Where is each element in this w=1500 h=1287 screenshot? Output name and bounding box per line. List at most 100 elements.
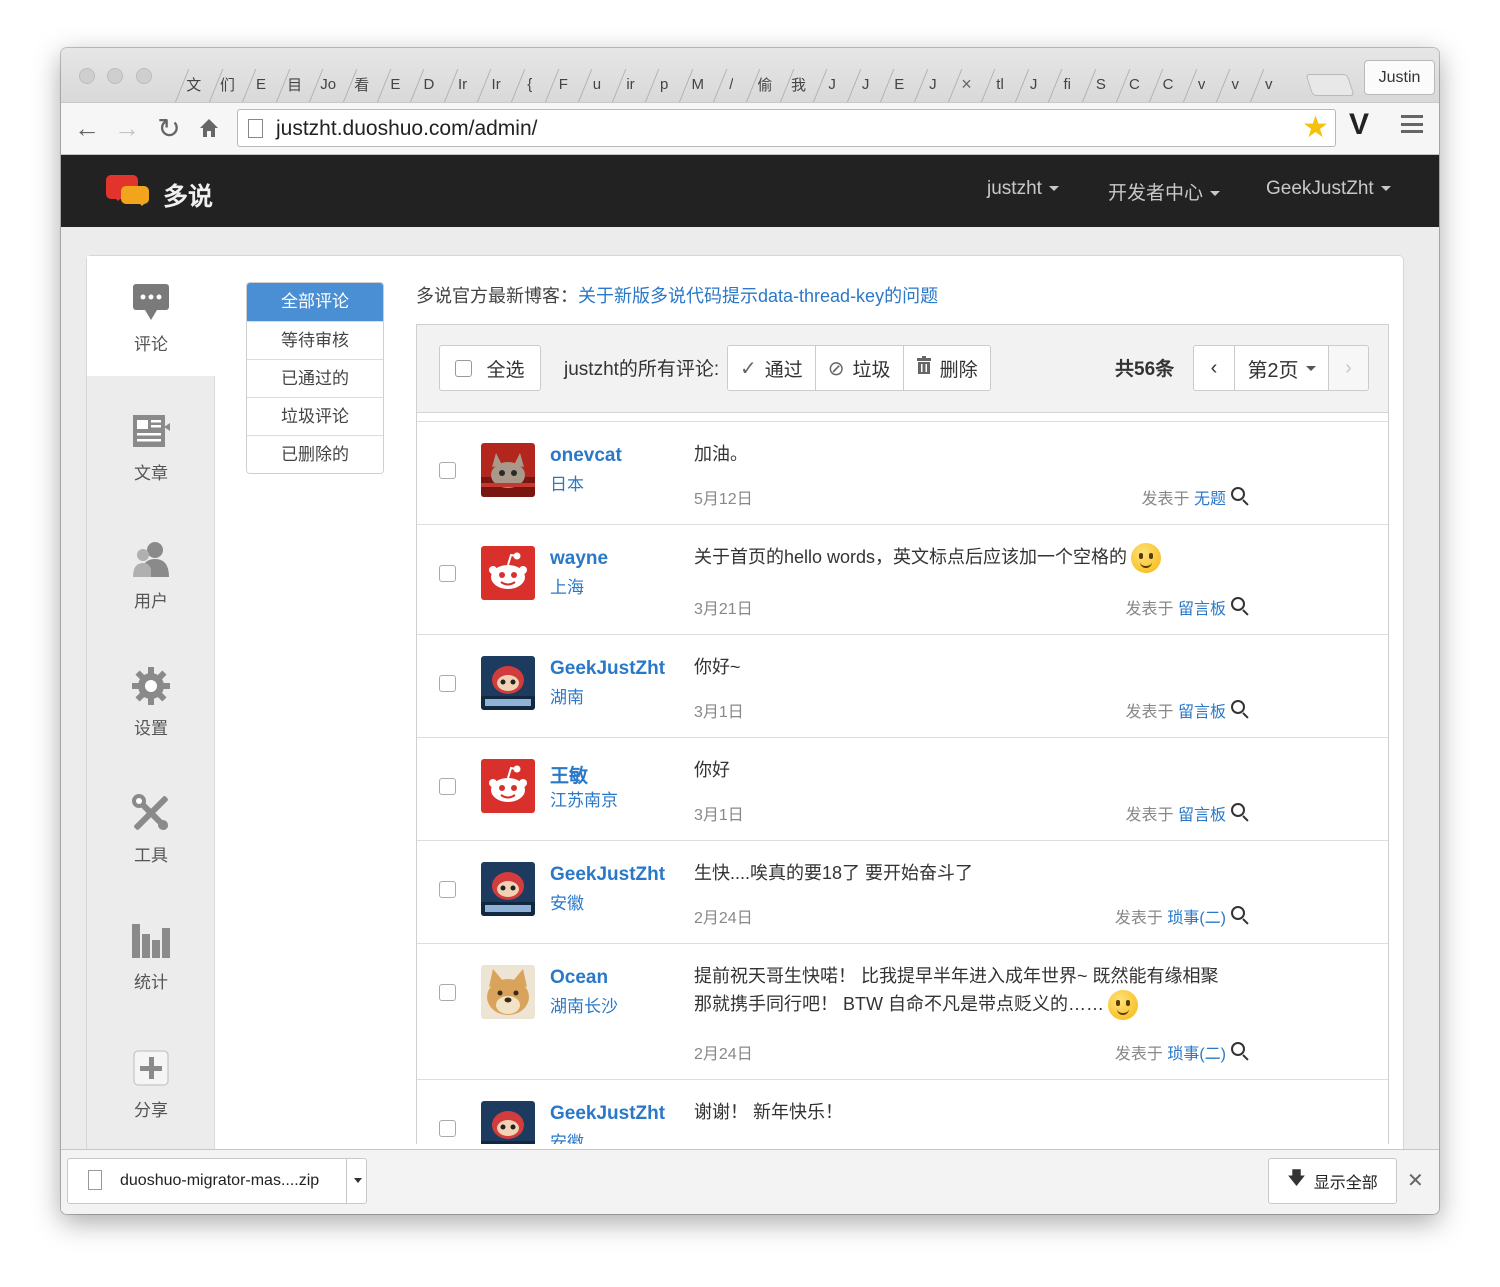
show-all-downloads-button[interactable]: 🡇 显示全部	[1268, 1158, 1397, 1204]
blog-notice-link[interactable]: 关于新版多说代码提示data-thread-key的问题	[578, 286, 938, 306]
avatar[interactable]	[481, 862, 535, 916]
avatar[interactable]	[481, 443, 535, 497]
filter-approved[interactable]: 已通过的	[247, 359, 383, 397]
sidebar-item-tools[interactable]: 工具	[87, 793, 215, 893]
browser-tab[interactable]: S	[1080, 66, 1114, 102]
comment-checkbox[interactable]	[439, 984, 456, 1001]
brand-name[interactable]: 多说	[163, 177, 213, 213]
comment-author-link[interactable]: GeekJustZht	[550, 1103, 665, 1125]
browser-tab[interactable]: 我	[778, 66, 812, 102]
comment-author-link[interactable]: GeekJustZht	[550, 658, 665, 680]
spam-button[interactable]: ⊘ 垃圾	[814, 346, 903, 390]
browser-tab[interactable]: M	[677, 66, 711, 102]
filter-all-comments[interactable]: 全部评论	[247, 283, 383, 321]
address-bar[interactable]: justzht.duoshuo.com/admin/ ★	[237, 109, 1336, 147]
thread-link[interactable]: 留言板	[1178, 601, 1226, 618]
close-icon[interactable]: ✕	[1407, 1168, 1424, 1193]
avatar[interactable]	[481, 656, 535, 710]
sidebar-item-articles[interactable]: 文章	[87, 411, 215, 511]
new-tab-button[interactable]	[1305, 74, 1355, 96]
browser-tab[interactable]: /	[711, 66, 745, 102]
profile-button[interactable]: Justin	[1364, 60, 1435, 95]
window-minimize-dot[interactable]	[107, 68, 123, 84]
browser-tab[interactable]: C	[1114, 66, 1148, 102]
comment-checkbox[interactable]	[439, 462, 456, 479]
thread-link[interactable]: 琐事(二)	[1167, 1046, 1226, 1063]
filter-pending[interactable]: 等待审核	[247, 321, 383, 359]
home-icon[interactable]	[193, 111, 225, 145]
browser-tab[interactable]: Ir	[442, 66, 476, 102]
v-extension-icon[interactable]: V	[1349, 108, 1369, 142]
thread-link[interactable]: 留言板	[1178, 807, 1226, 824]
thread-link[interactable]: 无题	[1194, 491, 1226, 508]
comment-author-location[interactable]: 上海	[550, 573, 584, 598]
sidebar-item-users[interactable]: 用户	[87, 539, 215, 639]
select-all-checkbox[interactable]	[455, 359, 473, 377]
browser-tab[interactable]: 看	[341, 66, 375, 102]
browser-tab[interactable]: ir	[610, 66, 644, 102]
browser-tab[interactable]: {	[509, 66, 543, 102]
delete-button[interactable]: 删除	[902, 346, 990, 390]
sidebar-item-settings[interactable]: 设置	[87, 666, 215, 766]
tab-close-icon[interactable]: ×	[946, 66, 980, 102]
comment-checkbox[interactable]	[439, 778, 456, 795]
search-icon[interactable]	[1231, 487, 1245, 501]
window-close-dot[interactable]	[79, 68, 95, 84]
filter-spam[interactable]: 垃圾评论	[247, 397, 383, 435]
filter-deleted[interactable]: 已删除的	[247, 435, 383, 473]
prev-page-button[interactable]: ‹	[1194, 346, 1234, 390]
browser-tab[interactable]: J	[811, 66, 845, 102]
nav-user-menu[interactable]: justzht	[987, 178, 1059, 200]
download-item[interactable]: duoshuo-migrator-mas....zip	[67, 1158, 367, 1204]
browser-tab[interactable]: v	[1214, 66, 1248, 102]
sidebar-item-stats[interactable]: 统计	[87, 920, 215, 1020]
comment-author-link[interactable]: 王敏	[550, 761, 588, 788]
browser-tab[interactable]: D	[408, 66, 442, 102]
browser-tab[interactable]: C	[1147, 66, 1181, 102]
browser-tab[interactable]: p	[643, 66, 677, 102]
search-icon[interactable]	[1231, 803, 1245, 817]
search-icon[interactable]	[1231, 906, 1245, 920]
hamburger-menu-icon[interactable]	[1401, 115, 1423, 133]
browser-tab[interactable]: Jo	[307, 66, 341, 102]
comment-checkbox[interactable]	[439, 675, 456, 692]
avatar[interactable]	[481, 759, 535, 813]
comment-author-link[interactable]: onevcat	[550, 445, 622, 467]
download-menu-button[interactable]	[346, 1159, 368, 1203]
browser-tab[interactable]: 们	[207, 66, 241, 102]
star-icon[interactable]: ★	[1302, 110, 1329, 146]
comment-checkbox[interactable]	[439, 565, 456, 582]
browser-tab[interactable]: tl	[979, 66, 1013, 102]
comment-author-location[interactable]: 湖南	[550, 683, 584, 708]
browser-tab[interactable]: v	[1181, 66, 1215, 102]
browser-tab[interactable]: E	[878, 66, 912, 102]
thread-link[interactable]: 琐事(二)	[1167, 910, 1226, 927]
browser-tab[interactable]: F	[543, 66, 577, 102]
browser-tab[interactable]: E	[375, 66, 409, 102]
comment-author-location[interactable]: 安徽	[550, 1128, 584, 1144]
reload-icon[interactable]: ↻	[153, 111, 185, 145]
arrow-left-icon[interactable]: ←	[71, 111, 103, 145]
browser-tab[interactable]: J	[912, 66, 946, 102]
page-select[interactable]: 第2页	[1234, 346, 1328, 390]
browser-tab[interactable]: E	[240, 66, 274, 102]
window-zoom-dot[interactable]	[136, 68, 152, 84]
avatar[interactable]	[481, 1101, 535, 1144]
comment-author-link[interactable]: GeekJustZht	[550, 864, 665, 886]
browser-tab[interactable]: 偷	[744, 66, 778, 102]
comment-author-link[interactable]: wayne	[550, 548, 608, 570]
search-icon[interactable]	[1231, 1042, 1245, 1056]
avatar[interactable]	[481, 546, 535, 600]
arrow-right-icon[interactable]: →	[111, 111, 143, 145]
comment-checkbox[interactable]	[439, 1120, 456, 1137]
avatar[interactable]	[481, 965, 535, 1019]
browser-tab[interactable]: u	[576, 66, 610, 102]
search-icon[interactable]	[1231, 700, 1245, 714]
browser-tab[interactable]: J	[845, 66, 879, 102]
browser-tab[interactable]: J	[1013, 66, 1047, 102]
comment-checkbox[interactable]	[439, 881, 456, 898]
search-icon[interactable]	[1231, 597, 1245, 611]
thread-link[interactable]: 留言板	[1178, 704, 1226, 721]
nav-developer-menu[interactable]: 开发者中心	[1108, 178, 1221, 205]
comment-author-location[interactable]: 日本	[550, 470, 584, 495]
